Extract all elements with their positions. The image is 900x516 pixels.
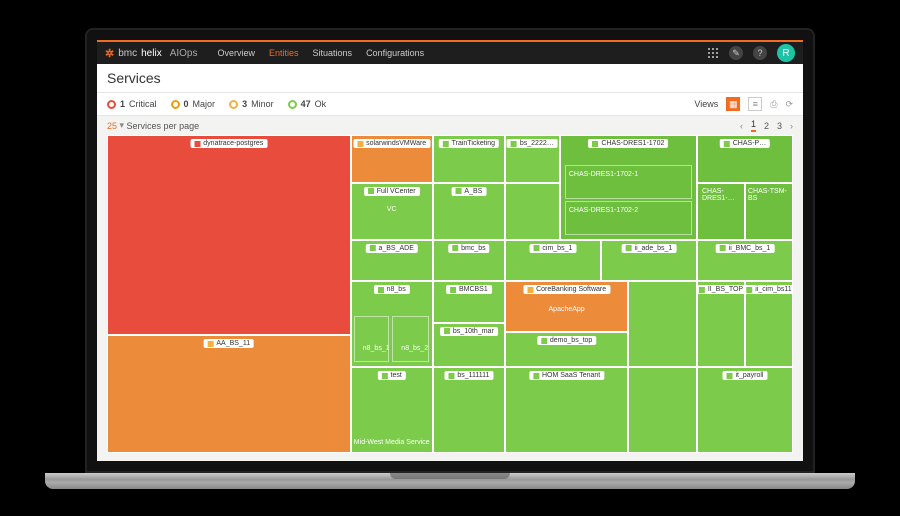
page-3[interactable]: 3: [777, 121, 782, 131]
tile-bs10th[interactable]: bs_10th_mar: [433, 323, 505, 368]
refresh-icon[interactable]: ⟳: [785, 99, 793, 110]
status-bar: 1 Critical 0 Major 3 Minor 47 Ok Views ▦: [97, 92, 803, 116]
toolbar-row: 25 ▾ Services per page ‹ 1 2 3 ›: [97, 116, 803, 135]
tile-a-bs-ade[interactable]: a_BS_ADE: [351, 240, 433, 281]
status-ok[interactable]: 47 Ok: [288, 99, 327, 109]
page-2[interactable]: 2: [764, 121, 769, 131]
tile-chas-dres1b[interactable]: CHAS-DRES1-…: [697, 183, 745, 240]
help-icon[interactable]: ?: [753, 46, 767, 60]
perpage-label: Services per page: [127, 121, 200, 131]
critical-dot-icon: [107, 100, 116, 109]
page-next-icon[interactable]: ›: [790, 121, 793, 131]
tile-hom-saas[interactable]: HOM SaaS Tenant: [505, 367, 628, 453]
nav-configurations[interactable]: Configurations: [366, 48, 424, 58]
tile-chas-dres1[interactable]: CHAS-DRES1-1702 CHAS-DRES1-1702-1 CHAS-D…: [560, 135, 697, 240]
tile-ii-bmc[interactable]: ii_BMC_bs_1: [697, 240, 793, 281]
nav-situations[interactable]: Situations: [313, 48, 353, 58]
brand-product: AIOps: [170, 48, 198, 59]
tile-ii-ade[interactable]: ii_ade_bs_1: [601, 240, 697, 281]
tile-spacer-3[interactable]: [628, 367, 697, 453]
views-label: Views: [694, 99, 718, 109]
brand-bmc: bmc: [118, 48, 137, 59]
app-screen: ✲ bmc helix AIOps Overview Entities Situ…: [97, 40, 803, 461]
status-critical[interactable]: 1 Critical: [107, 99, 157, 109]
major-dot-icon: [171, 100, 180, 109]
tile-ii-cim[interactable]: ii_cim_bs11: [745, 281, 793, 367]
tile-bmcbs1[interactable]: BMCBS1: [433, 281, 505, 322]
ok-dot-icon: [288, 100, 297, 109]
avatar[interactable]: R: [777, 44, 795, 62]
tile-ii-bs-top[interactable]: II_BS_TOP: [697, 281, 745, 367]
tile-corebanking[interactable]: CoreBanking Software ApacheApp: [505, 281, 628, 332]
page-1[interactable]: 1: [751, 119, 756, 132]
nav-overview[interactable]: Overview: [218, 48, 256, 58]
tile-dynatrace[interactable]: dynatrace-postgres: [107, 135, 351, 335]
perpage-count[interactable]: 25: [107, 121, 117, 131]
tile-full-vcenter[interactable]: Full VCenter VC: [351, 183, 433, 240]
tile-cim-bs-1[interactable]: cim_bs_1: [505, 240, 601, 281]
minor-dot-icon: [229, 100, 238, 109]
top-navbar: ✲ bmc helix AIOps Overview Entities Situ…: [97, 40, 803, 64]
settings-gear-icon[interactable]: ✎: [729, 46, 743, 60]
tile-chas-p[interactable]: CHAS-P…: [697, 135, 793, 183]
status-major[interactable]: 0 Major: [171, 99, 216, 109]
tile-spacer-2[interactable]: [628, 281, 697, 367]
pin-icon[interactable]: ⎙: [770, 99, 777, 110]
tile-bs2222[interactable]: bs_2222…: [505, 135, 560, 183]
page-title: Services: [97, 64, 803, 92]
perpage-caret-icon[interactable]: ▾: [117, 120, 127, 131]
tile-spacer-1[interactable]: [505, 183, 560, 240]
tile-aa-bs-11[interactable]: AA_BS_11: [107, 335, 351, 453]
tile-demo-bs[interactable]: demo_bs_top: [505, 332, 628, 367]
services-treemap: dynatrace-postgres AA_BS_11 solarwindsVM…: [107, 135, 793, 453]
pager: ‹ 1 2 3 ›: [740, 119, 793, 132]
tile-it-payroll[interactable]: it_payroll: [697, 367, 793, 453]
nav-entities[interactable]: Entities: [269, 48, 299, 58]
tile-a-bs[interactable]: A_BS: [433, 183, 505, 240]
tile-bs111111[interactable]: bs_111111: [433, 367, 505, 453]
apps-grid-icon[interactable]: [707, 47, 719, 59]
tile-bmc-bs[interactable]: bmc_bs: [433, 240, 505, 281]
status-minor[interactable]: 3 Minor: [229, 99, 274, 109]
page-prev-icon[interactable]: ‹: [740, 121, 743, 131]
tile-chas-tsm[interactable]: CHAS-TSM-BS: [745, 183, 793, 240]
nav-links: Overview Entities Situations Configurati…: [218, 48, 425, 58]
list-view-icon[interactable]: ≡: [748, 97, 762, 111]
tile-solarwinds[interactable]: solarwindsVMWare: [351, 135, 433, 183]
brand: ✲ bmc helix AIOps: [105, 47, 198, 60]
brand-helix: helix: [141, 48, 162, 59]
tile-n8-bs[interactable]: n8_bs n8_bs_1 n8_bs_2: [351, 281, 433, 367]
laptop-base: [45, 473, 855, 489]
treemap-view-icon[interactable]: ▦: [726, 97, 740, 111]
tile-trainticketing[interactable]: TrainTicketing: [433, 135, 505, 183]
bmc-logo-icon: ✲: [105, 47, 114, 60]
tile-test[interactable]: test Mid-West Media Service: [351, 367, 433, 453]
